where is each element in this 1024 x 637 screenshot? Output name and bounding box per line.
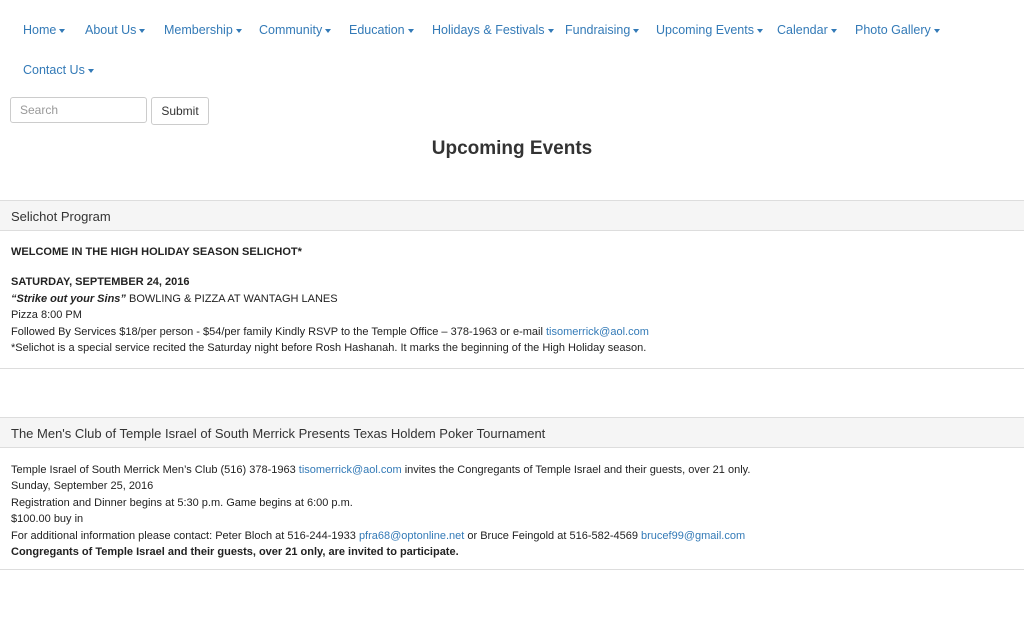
nav-item-photo-gallery[interactable]: Photo Gallery [855,23,940,37]
event-schedule: Registration and Dinner begins at 5:30 p… [11,496,353,509]
nav-item-fundraising[interactable]: Fundraising [565,23,640,37]
event-intro-text: Temple Israel of South Merrick Men’s Clu… [11,464,299,476]
nav-item-upcoming-events[interactable]: Upcoming Events [656,23,763,37]
event-body: WELCOME IN THE HIGH HOLIDAY SEASON SELIC… [0,244,1024,356]
email-link[interactable]: tisomerrick@aol.com [546,326,649,338]
event-closing: Congregants of Temple Israel and their g… [11,546,459,559]
page-title: Upcoming Events [431,138,593,159]
caret-down-icon [830,28,837,33]
event-contact-info: For additional information please contac… [11,528,1013,544]
nav-item-label: Fundraising [565,23,631,37]
event-heading: The Men's Club of Temple Israel of South… [0,418,1024,448]
submit-button[interactable]: Submit [151,97,209,125]
event-panel-poker-tournament: The Men's Club of Temple Israel of South… [0,417,1024,570]
nav-item-label: Contact Us [23,63,85,77]
nav-item-label: Home [23,23,57,37]
event-tagline-emphasis: “Strike out your Sins” [11,292,126,305]
nav-item-label: Membership [164,23,233,37]
nav-item-about-us[interactable]: About Us [85,23,146,37]
nav-item-label: Education [349,23,405,37]
email-link[interactable]: tisomerrick@aol.com [299,464,402,476]
nav-item-label: Upcoming Events [656,23,754,37]
event-body: Temple Israel of South Merrick Men’s Clu… [0,462,1024,560]
nav-item-home[interactable]: Home [23,23,66,37]
event-contact-mid: or Bruce Feingold at 516-582-4569 [464,529,642,542]
email-link[interactable]: brucef99@gmail.com [641,530,745,542]
caret-down-icon [235,28,242,33]
event-date: Sunday, September 25, 2016 [11,480,154,493]
caret-down-icon [59,28,66,33]
event-date: SATURDAY, SEPTEMBER 24, 2016 [11,276,190,289]
nav-item-membership[interactable]: Membership [164,23,242,37]
caret-down-icon [325,28,332,33]
caret-down-icon [139,28,146,33]
event-contact-text: For additional information please contac… [11,529,359,542]
event-heading: Selichot Program [0,201,1024,231]
caret-down-icon [933,28,940,33]
event-footnote: *Selichot is a special service recited t… [11,342,647,355]
email-link[interactable]: pfra68@optonline.net [359,530,464,542]
nav-item-calendar[interactable]: Calendar [777,23,837,37]
nav-item-label: About Us [85,23,137,37]
caret-down-icon [756,28,763,33]
event-pizza-time: Pizza 8:00 PM [11,309,82,322]
event-welcome-text: WELCOME IN THE HIGH HOLIDAY SEASON SELIC… [11,246,302,258]
event-buyin: $100.00 buy in [11,513,84,526]
caret-down-icon [407,28,414,33]
nav-item-label: Holidays & Festivals [432,23,545,37]
nav-item-community[interactable]: Community [259,23,332,37]
nav-item-holidays-festivals[interactable]: Holidays & Festivals [432,23,554,37]
nav-item-label: Photo Gallery [855,23,931,37]
event-tagline: “Strike out your Sins” BOWLING & PIZZA A… [11,291,1013,307]
nav-item-label: Community [259,23,323,37]
caret-down-icon [547,28,554,33]
nav-item-education[interactable]: Education [349,23,414,37]
caret-down-icon [633,28,640,33]
event-intro-rest: invites the Congregants of Temple Israel… [401,464,751,476]
caret-down-icon [87,68,94,73]
event-tagline-rest: BOWLING & PIZZA AT WANTAGH LANES [125,292,338,305]
nav-item-label: Calendar [777,23,828,37]
event-services-text: Followed By Services $18/per person - $5… [11,325,546,338]
search-input[interactable] [10,97,147,123]
nav-item-contact-us[interactable]: Contact Us [23,63,94,77]
event-services-info: Followed By Services $18/per person - $5… [11,324,1013,340]
event-panel-selichot: Selichot Program WELCOME IN THE HIGH HOL… [0,200,1024,369]
event-intro: Temple Israel of South Merrick Men’s Clu… [11,462,1013,478]
main-navigation: Home About Us Membership Community Educa… [0,0,1024,90]
